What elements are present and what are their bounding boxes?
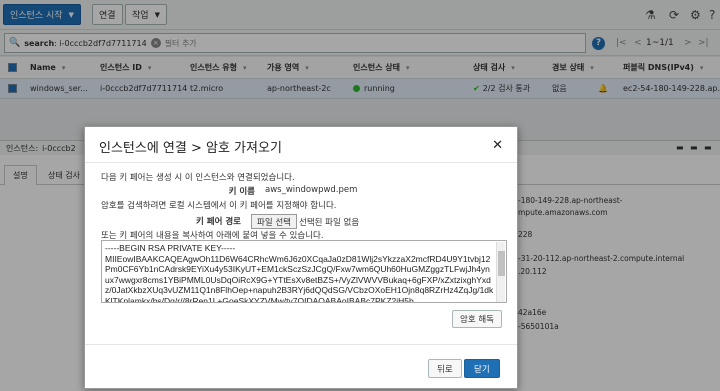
key-pair-description: 다음 키 페어는 생성 시 이 인스턴스와 연결되었습니다. xyxy=(101,173,295,183)
dialog-footer-divider xyxy=(85,344,517,345)
key-name-label: 키 이름 xyxy=(228,187,255,197)
dialog-title: 인스턴스에 연결 > 암호 가져오기 xyxy=(99,141,282,156)
scrollbar-thumb[interactable] xyxy=(498,251,505,276)
key-name-value: aws_windowpwd.pem xyxy=(265,185,358,195)
private-key-textarea[interactable]: -----BEGIN RSA PRIVATE KEY----- MIIEowIB… xyxy=(101,240,507,303)
close-button[interactable]: 닫기 xyxy=(464,359,500,378)
dialog-header: 인스턴스에 연결 > 암호 가져오기 ✕ xyxy=(85,127,517,163)
private-key-text: -----BEGIN RSA PRIVATE KEY----- MIIEowIB… xyxy=(105,243,494,303)
choose-file-button[interactable]: 파일 선택 xyxy=(251,214,297,229)
decrypt-password-button[interactable]: 암호 해독 xyxy=(452,310,502,328)
get-password-dialog: 인스턴스에 연결 > 암호 가져오기 ✕ 다음 키 페어는 생성 시 이 인스턴… xyxy=(84,126,518,389)
textarea-scrollbar[interactable] xyxy=(496,242,505,302)
file-status: 선택된 파일 없음 xyxy=(299,218,360,228)
close-icon[interactable]: ✕ xyxy=(492,138,503,153)
key-path-description: 암호를 검색하려면 로컬 시스템에서 이 키 페어를 지정해야 합니다. xyxy=(101,201,337,211)
key-path-label: 키 페어 경로 xyxy=(195,217,241,227)
back-button[interactable]: 뒤로 xyxy=(428,359,462,378)
